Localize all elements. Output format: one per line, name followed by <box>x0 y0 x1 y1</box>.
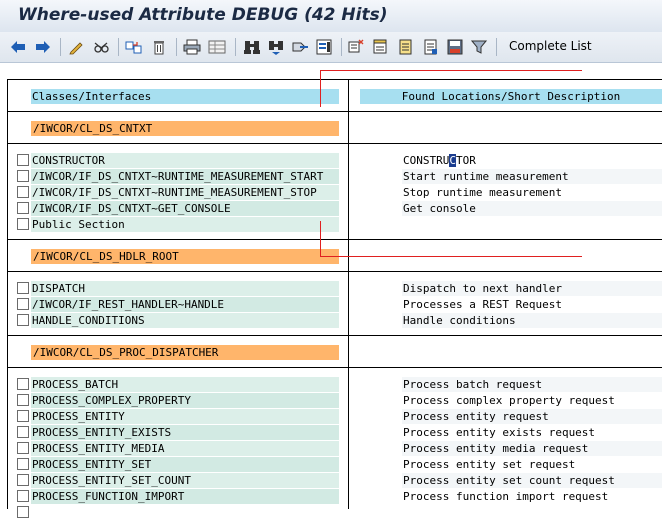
row-checkbox[interactable] <box>17 202 29 214</box>
location-description: Get console <box>402 201 662 216</box>
select-block-icon[interactable] <box>372 38 390 56</box>
location-description: Process entity set request <box>403 458 576 471</box>
row-checkbox[interactable] <box>17 282 29 294</box>
grid-line <box>7 335 662 336</box>
list-item[interactable]: /IWCOR/IF_DS_CNTXT~GET_CONSOLE <box>31 201 339 216</box>
row-checkbox[interactable] <box>17 410 29 422</box>
find-next-icon[interactable] <box>267 38 285 56</box>
grid-line <box>7 79 662 80</box>
list-item[interactable]: /IWCOR/IF_DS_CNTXT~RUNTIME_MEASUREMENT_S… <box>31 169 339 184</box>
row-checkbox[interactable] <box>17 506 29 518</box>
location-description: CONSTRUCTOR <box>402 153 662 168</box>
toolbar-separator <box>176 38 177 56</box>
export-icon[interactable] <box>291 38 309 56</box>
list-item[interactable]: PROCESS_ENTITY_MEDIA <box>31 441 339 456</box>
document-icon[interactable] <box>397 38 415 56</box>
grid-line <box>7 367 662 368</box>
toolbar-separator <box>341 38 342 56</box>
list-item[interactable]: /IWCOR/IF_REST_HANDLER~HANDLE <box>31 297 339 312</box>
row-checkbox[interactable] <box>17 314 29 326</box>
print-icon[interactable] <box>183 38 201 56</box>
location-description: Process entity request <box>402 409 662 424</box>
location-description: Process batch request <box>402 377 662 392</box>
list-item[interactable]: DISPATCH <box>31 281 339 296</box>
location-description: Start runtime measurement <box>402 169 662 184</box>
complete-list-button[interactable]: Complete List <box>509 39 592 53</box>
location-description: Process complex property request <box>403 394 615 407</box>
hit-list: Classes/Interfaces Found Locations/Short… <box>0 63 662 518</box>
deselect-icon[interactable] <box>347 38 365 56</box>
delete-icon[interactable] <box>150 38 168 56</box>
annotation-line <box>320 70 582 71</box>
save-list-icon[interactable] <box>446 38 464 56</box>
description-text: TOR <box>455 154 476 167</box>
list-item[interactable]: /IWCOR/IF_DS_CNTXT~RUNTIME_MEASUREMENT_S… <box>31 185 339 200</box>
grid-line <box>7 111 662 112</box>
location-description: Handle conditions <box>402 313 662 328</box>
back-icon[interactable] <box>9 38 27 56</box>
grid-line <box>7 143 662 144</box>
row-checkbox[interactable] <box>17 426 29 438</box>
filter-icon[interactable] <box>470 38 488 56</box>
annotation-line <box>320 70 321 107</box>
location-description: Stop runtime measurement <box>403 186 562 199</box>
window-title: Where-used Attribute DEBUG (42 Hits) <box>18 5 388 25</box>
annotation-line <box>320 221 321 256</box>
left-column-header: Classes/Interfaces <box>31 89 339 104</box>
row-checkbox[interactable] <box>17 186 29 198</box>
list-item[interactable]: Public Section <box>31 217 339 232</box>
text-cursor: C <box>449 154 456 167</box>
list-item[interactable]: CONSTRUCTOR <box>31 153 339 168</box>
where-used-icon[interactable] <box>125 38 143 56</box>
forward-icon[interactable] <box>34 38 52 56</box>
description-text: CONSTRU <box>403 154 450 167</box>
list-item[interactable]: PROCESS_COMPLEX_PROPERTY <box>31 393 339 408</box>
class-header[interactable]: /IWCOR/CL_DS_CNTXT <box>31 121 339 136</box>
location-description: Processes a REST Request <box>403 298 562 311</box>
row-checkbox[interactable] <box>17 474 29 486</box>
row-checkbox[interactable] <box>17 378 29 390</box>
table-icon[interactable] <box>208 38 226 56</box>
location-description: Process entity exists request <box>403 426 596 439</box>
list-item[interactable]: PROCESS_ENTITY_EXISTS <box>31 425 339 440</box>
row-checkbox[interactable] <box>17 170 29 182</box>
document-list-icon[interactable] <box>422 38 440 56</box>
edit-icon[interactable] <box>67 38 85 56</box>
toolbar-separator <box>60 38 61 56</box>
find-icon[interactable] <box>243 38 261 56</box>
toolbar-separator <box>235 38 236 56</box>
row-checkbox[interactable] <box>17 458 29 470</box>
row-checkbox[interactable] <box>17 394 29 406</box>
list-item[interactable]: PROCESS_ENTITY_SET_COUNT <box>31 473 339 488</box>
title-bar: Where-used Attribute DEBUG (42 Hits) <box>0 0 662 33</box>
class-header[interactable]: /IWCOR/CL_DS_PROC_DISPATCHER <box>31 345 339 360</box>
class-header[interactable]: /IWCOR/CL_DS_HDLR_ROOT <box>31 249 339 264</box>
row-checkbox[interactable] <box>17 442 29 454</box>
toolbar-separator <box>496 38 497 56</box>
list-item[interactable]: PROCESS_ENTITY_SET <box>31 457 339 472</box>
location-description: Dispatch to next handler <box>402 281 662 296</box>
toolbar-separator <box>118 38 119 56</box>
row-checkbox[interactable] <box>17 298 29 310</box>
right-column-header: Found Locations/Short Description <box>360 89 662 104</box>
select-all-icon[interactable] <box>315 38 333 56</box>
grid-line <box>7 271 662 272</box>
location-description: Process function import request <box>403 490 609 503</box>
display-icon[interactable] <box>92 38 110 56</box>
annotation-line <box>320 256 582 257</box>
grid-line <box>7 239 662 240</box>
row-checkbox[interactable] <box>17 218 29 230</box>
list-item[interactable]: HANDLE_CONDITIONS <box>31 313 339 328</box>
row-checkbox[interactable] <box>17 154 29 166</box>
list-item[interactable]: PROCESS_BATCH <box>31 377 339 392</box>
location-description: Process entity media request <box>402 441 662 456</box>
list-item[interactable]: PROCESS_ENTITY <box>31 409 339 424</box>
row-checkbox[interactable] <box>17 490 29 502</box>
list-item[interactable]: PROCESS_FUNCTION_IMPORT <box>31 489 339 504</box>
application-toolbar: Complete List <box>0 32 662 63</box>
location-description: Process entity set count request <box>402 473 662 488</box>
location-description <box>402 217 662 232</box>
